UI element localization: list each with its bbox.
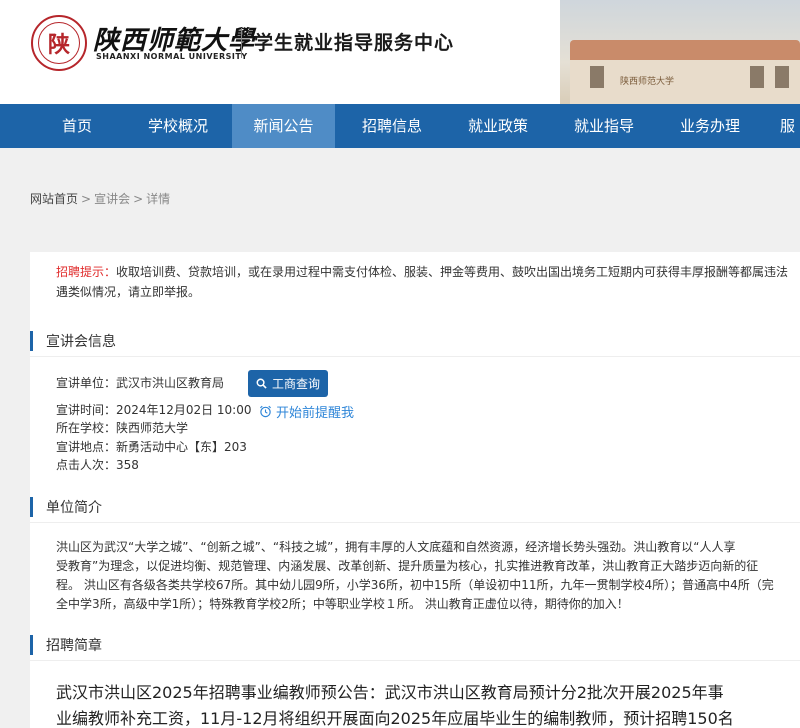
campus-sign: 陕西师范大学 (620, 77, 675, 87)
intro-line: 程。 洪山区有各级各类共学校67所。其中幼儿园9所，小学36所，初中15所（单设… (56, 578, 774, 592)
breadcrumb-section[interactable]: 宣讲会 (94, 192, 130, 206)
nav-item-jobs[interactable]: 招聘信息 (350, 104, 434, 148)
company-intro: 洪山区为武汉“大学之城”、“创新之城”、“科技之城”，拥有丰厚的人文底蕴和自然资… (56, 538, 796, 614)
breadcrumb-home[interactable]: 网站首页 (30, 192, 78, 206)
info-place: 宣讲地点：新勇活动中心【东】203 (56, 440, 247, 454)
nav-item-news[interactable]: 新闻公告 (232, 104, 335, 148)
intro-line: 受教育”为理念，以促进均衡、规范管理、内涵发展、改革创新、提升质量为核心，扎实推… (56, 559, 759, 573)
info-views: 点击人次：358 (56, 458, 139, 472)
info-school: 所在学校：陕西师范大学 (56, 421, 189, 435)
remind-me-label: 开始前提醒我 (276, 406, 355, 421)
info-time: 宣讲时间：2024年12月02日 10:00 (56, 403, 252, 417)
section-bar (30, 331, 33, 351)
remind-me-link[interactable]: 开始前提醒我 (259, 402, 354, 421)
business-query-button[interactable]: 工商查询 (248, 370, 328, 397)
unit-value: 武汉市洪山区教育局 (116, 376, 225, 390)
recruit-warning: 招聘提示：收取培训费、贷款培训，或在录用过程中需支付体检、服装、押金等费用、鼓吹… (30, 252, 800, 310)
university-name-en: SHAANXI NORMAL UNIVERSITY (96, 52, 248, 61)
campus-banner-image: 陕西师范大学 (560, 0, 800, 104)
article-line: 业编教师补充工资，11月-12月将组织开展面向2025年应届毕业生的编制教师，预… (56, 709, 734, 728)
detail-panel: 招聘提示：收取培训费、贷款培训，或在录用过程中需支付体检、服装、押金等费用、鼓吹… (30, 252, 800, 728)
nav-item-services[interactable]: 业务办理 (668, 104, 752, 148)
section-title-intro: 单位简介 (46, 500, 102, 516)
header-divider (241, 28, 242, 58)
intro-line: 全中学3所，高级中学1所）；特殊教育学校2所；中等职业学校１所。 洪山教育正虚位… (56, 597, 629, 611)
warning-text-2: 遇类似情况，请立即举报。 (56, 285, 201, 299)
business-query-label: 工商查询 (271, 377, 320, 391)
views-value: 358 (116, 458, 139, 472)
place-value: 新勇活动中心【东】203 (116, 440, 247, 454)
section-bar (30, 497, 33, 517)
alarm-clock-icon (260, 405, 271, 418)
article-line: 武汉市洪山区2025年招聘事业编教师预公告：武汉市洪山区教育局预计分2批次开展2… (56, 683, 724, 702)
breadcrumb-sep: > (81, 192, 92, 206)
center-name: 学生就业指导服务中心 (254, 32, 455, 54)
warning-text: 收取培训费、贷款培训，或在录用过程中需支付体检、服装、押金等费用、鼓吹出国出境务… (116, 265, 789, 279)
seal-char: 陕 (38, 22, 80, 64)
section-bar (30, 635, 33, 655)
breadcrumb-sep: > (133, 192, 144, 206)
nav-item-guidance[interactable]: 就业指导 (562, 104, 646, 148)
section-info: 宣讲会信息 (30, 326, 800, 357)
section-intro: 单位简介 (30, 492, 800, 523)
info-unit: 宣讲单位：武汉市洪山区教育局 (56, 376, 225, 390)
section-recruit: 招聘简章 (30, 630, 800, 661)
school-value: 陕西师范大学 (116, 421, 189, 435)
section-title-recruit: 招聘简章 (46, 638, 102, 654)
nav-item-more[interactable]: 服 (780, 104, 800, 148)
intro-line: 洪山区为武汉“大学之城”、“创新之城”、“科技之城”，拥有丰厚的人文底蕴和自然资… (56, 540, 736, 554)
site-header: 陕 陕西师範大學 SHAANXI NORMAL UNIVERSITY 学生就业指… (0, 0, 800, 104)
breadcrumb-current: 详情 (146, 192, 171, 206)
main-nav: 首页 学校概况 新闻公告 招聘信息 就业政策 就业指导 业务办理 服 (0, 104, 800, 148)
recruit-article: 武汉市洪山区2025年招聘事业编教师预公告：武汉市洪山区教育局预计分2批次开展2… (56, 680, 800, 728)
nav-item-about[interactable]: 学校概况 (136, 104, 220, 148)
search-icon (256, 378, 267, 389)
nav-item-home[interactable]: 首页 (42, 104, 112, 148)
time-value: 2024年12月02日 10:00 (116, 403, 252, 417)
university-seal-logo[interactable]: 陕 (31, 15, 87, 71)
breadcrumb: 网站首页 > 宣讲会 > 详情 (30, 190, 170, 207)
nav-item-policy[interactable]: 就业政策 (456, 104, 540, 148)
warning-label: 招聘提示： (56, 265, 117, 279)
section-title-info: 宣讲会信息 (46, 334, 116, 350)
